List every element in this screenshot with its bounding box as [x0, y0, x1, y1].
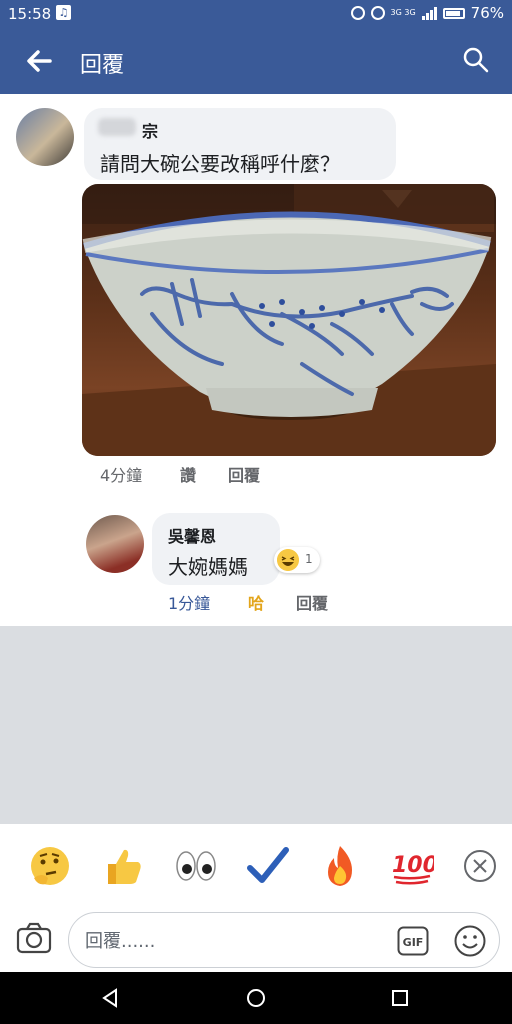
comment-timestamp: 1分鐘	[168, 594, 211, 613]
back-triangle-icon[interactable]	[100, 988, 120, 1008]
emoji-picker-icon[interactable]	[453, 924, 487, 958]
app-bar: 回覆	[0, 28, 512, 94]
system-nav-bar	[0, 972, 512, 1024]
status-time: 15:58	[8, 5, 52, 23]
reply-input[interactable]	[83, 925, 387, 957]
page-title: 回覆	[80, 53, 125, 78]
reaction-count: 1	[305, 552, 313, 566]
comment-author[interactable]: 吳馨恩	[168, 523, 216, 547]
thinking-face-icon[interactable]	[28, 844, 72, 888]
redacted-name	[98, 118, 136, 136]
gif-icon[interactable]: GIF	[397, 926, 429, 956]
hundred-points-icon[interactable]: 100	[390, 844, 434, 888]
comment-text: 請問大碗公要改稱呼什麼？	[100, 152, 340, 176]
emoji-quick-bar: 100	[0, 824, 512, 910]
reply-input-container[interactable]: GIF	[68, 912, 500, 968]
reply-link[interactable]: 回覆	[296, 590, 328, 614]
comment-timestamp: 4分鐘	[100, 466, 143, 485]
vibrate-icon	[350, 6, 365, 20]
haha-reaction-link[interactable]: 哈	[248, 590, 264, 614]
comment-thread: 宗 請問大碗公要改稱呼什麼？ 4分鐘 讚 回覆 吳馨恩 大婉媽媽 1 1分鐘 哈…	[0, 94, 512, 626]
avatar[interactable]	[86, 515, 144, 573]
check-mark-icon[interactable]	[246, 844, 290, 888]
alarm-icon	[370, 6, 385, 20]
comment-bubble[interactable]: 宗 請問大碗公要改稱呼什麼？	[84, 108, 396, 180]
recents-square-icon[interactable]	[390, 988, 410, 1008]
network-type: 3G 3G	[390, 8, 416, 17]
back-arrow-icon[interactable]	[24, 46, 54, 76]
bowl-image	[82, 184, 496, 456]
like-link[interactable]: 讚	[180, 462, 196, 486]
reply-link[interactable]: 回覆	[228, 462, 260, 486]
comment-author[interactable]: 宗	[142, 118, 158, 142]
empty-area	[0, 626, 512, 824]
battery-level: 76%	[470, 4, 504, 22]
signal-icon	[421, 6, 437, 20]
close-icon[interactable]	[462, 848, 498, 884]
home-circle-icon[interactable]	[246, 988, 266, 1008]
music-note-icon: ♫	[56, 5, 71, 20]
avatar[interactable]	[16, 108, 74, 166]
thumbs-up-icon[interactable]	[102, 844, 146, 888]
status-bar: 15:58 ♫ 3G 3G 76%	[0, 0, 512, 28]
haha-emoji-icon	[277, 549, 299, 571]
camera-icon[interactable]	[16, 922, 52, 954]
reply-bubble[interactable]: 吳馨恩 大婉媽媽	[152, 513, 280, 585]
eyes-icon[interactable]	[174, 844, 218, 888]
reaction-summary[interactable]: 1	[274, 547, 320, 573]
battery-icon	[442, 7, 465, 19]
fire-icon[interactable]	[318, 844, 362, 888]
comment-text: 大婉媽媽	[168, 555, 248, 579]
gif-label: GIF	[403, 936, 424, 949]
reply-composer: GIF	[0, 906, 512, 972]
search-icon[interactable]	[462, 46, 490, 74]
status-icons: 3G 3G 76%	[350, 4, 504, 22]
attached-photo[interactable]	[82, 184, 496, 456]
svg-text:100: 100	[392, 853, 434, 878]
